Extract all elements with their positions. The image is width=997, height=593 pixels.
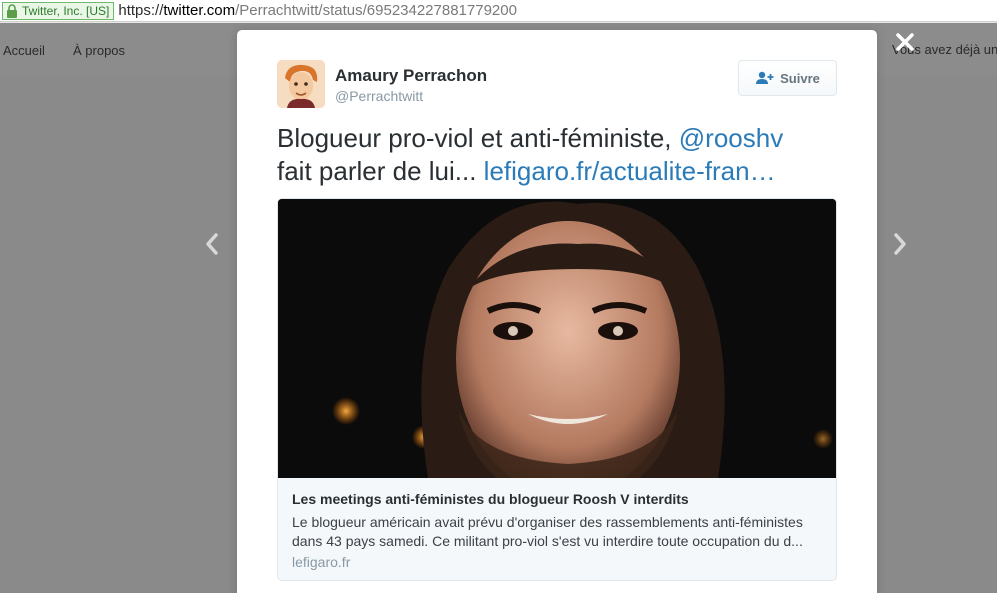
link-card[interactable]: Les meetings anti-féministes du blogueur… — [277, 198, 837, 581]
close-icon[interactable] — [893, 30, 917, 54]
nav-link-apropos[interactable]: À propos — [73, 43, 125, 58]
address-bar[interactable]: Twitter, Inc. [US] https://twitter.com/P… — [0, 0, 997, 22]
card-title[interactable]: Les meetings anti-féministes du blogueur… — [292, 491, 824, 507]
url-host: twitter.com — [163, 2, 236, 19]
article-link[interactable]: lefigaro.fr/actualite-fran… — [484, 156, 776, 186]
tweet-text: Blogueur pro-viol et anti-féministe, @ro… — [277, 122, 847, 188]
chevron-left-icon[interactable] — [203, 232, 221, 256]
author-name[interactable]: Amaury Perrachon — [335, 66, 487, 86]
card-domain[interactable]: lefigaro.fr — [292, 554, 350, 570]
url-field[interactable]: https://twitter.com/Perrachtwitt/status/… — [118, 2, 517, 19]
nav-link-accueil[interactable]: Accueil — [3, 43, 45, 58]
url-scheme: https:// — [118, 2, 164, 19]
security-label: Twitter, Inc. [US] — [22, 3, 110, 18]
avatar-cartoon-icon — [277, 60, 325, 108]
lock-icon — [7, 3, 17, 18]
security-badge[interactable]: Twitter, Inc. [US] — [2, 1, 115, 20]
card-image[interactable] — [278, 199, 837, 478]
follow-icon — [756, 71, 774, 84]
follow-label: Suivre — [780, 70, 820, 86]
author-handle[interactable]: @Perrachtwitt — [335, 88, 423, 104]
card-description: Le blogueur américain avait prévu d'orga… — [292, 514, 803, 549]
follow-button[interactable]: Suivre — [738, 60, 837, 96]
tweet-text-part2: fait parler de lui... — [277, 156, 477, 186]
tweet-modal: Amaury Perrachon @Perrachtwitt Suivre Bl… — [237, 30, 877, 593]
tweet-text-part1: Blogueur pro-viol et anti-féministe, — [277, 123, 672, 153]
url-path: /Perrachtwitt/status/695234227881779200 — [235, 2, 517, 19]
chevron-right-icon[interactable] — [891, 232, 909, 256]
mention-link[interactable]: @rooshv — [679, 123, 783, 153]
avatar[interactable] — [277, 60, 325, 108]
